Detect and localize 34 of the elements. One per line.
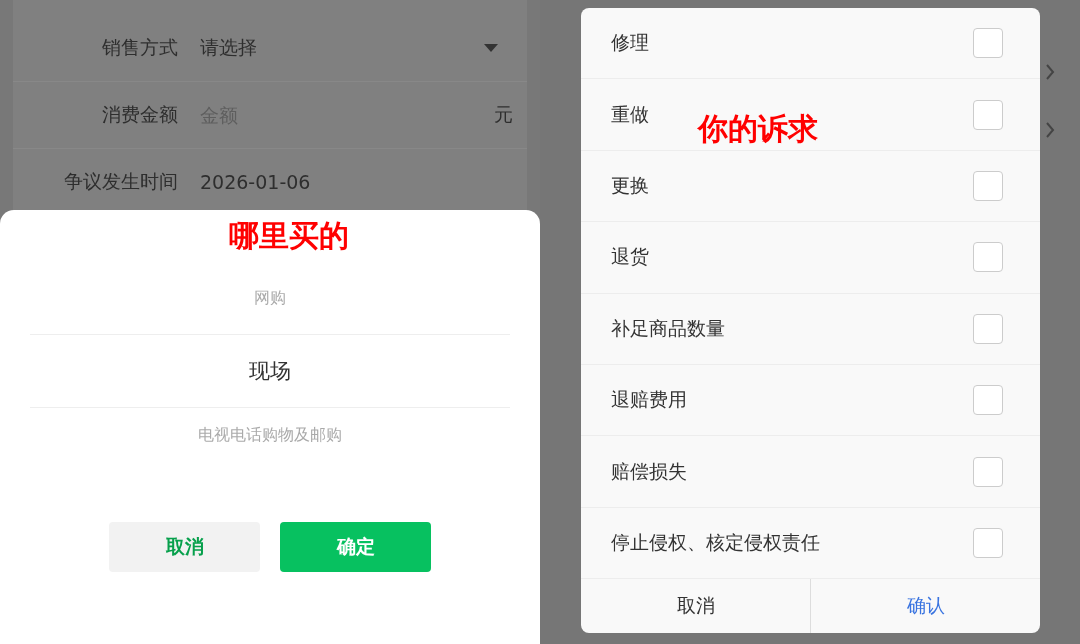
option-label: 赔偿损失 [611,458,687,484]
option-label: 补足商品数量 [611,315,725,341]
option-label: 修理 [611,30,649,56]
option-label: 退货 [611,244,649,270]
checkbox[interactable] [973,527,1003,558]
checkbox[interactable] [973,99,1003,130]
chevron-icon [1045,121,1055,139]
picker-option[interactable]: 现场 [249,357,291,385]
checkbox[interactable] [973,242,1003,273]
chevron-icon [1045,63,1055,81]
checkbox[interactable] [973,385,1003,416]
date-field[interactable]: 2026-01-06 [200,171,527,193]
annotation: 哪里买的 [229,217,349,255]
checkbox[interactable] [973,313,1003,344]
confirm-button[interactable]: 确定 [280,522,431,572]
select-field[interactable]: 请选择 [200,35,483,61]
cancel-button[interactable]: 取消 [109,522,260,572]
cancel-button[interactable]: 取消 [581,579,810,633]
field-label: 销售方式 [101,35,178,60]
unit-label: 元 [494,102,513,127]
caret-icon [483,43,499,53]
picker-option[interactable]: 电视电话购物及邮购 [198,424,342,446]
checkbox[interactable] [973,28,1003,59]
option-label: 重做 [611,101,649,127]
checkbox[interactable] [973,456,1003,487]
option-label: 退赔费用 [611,387,687,413]
confirm-button[interactable]: 确认 [810,579,1040,633]
picker-option[interactable]: 网购 [254,287,286,309]
checkbox[interactable] [973,170,1003,201]
annotation: 你的诉求 [698,110,818,148]
option-label: 停止侵权、核定侵权责任 [611,529,820,555]
option-label: 更换 [611,172,649,198]
field-label: 争议发生时间 [63,169,178,194]
field-label: 消费金额 [101,102,178,127]
